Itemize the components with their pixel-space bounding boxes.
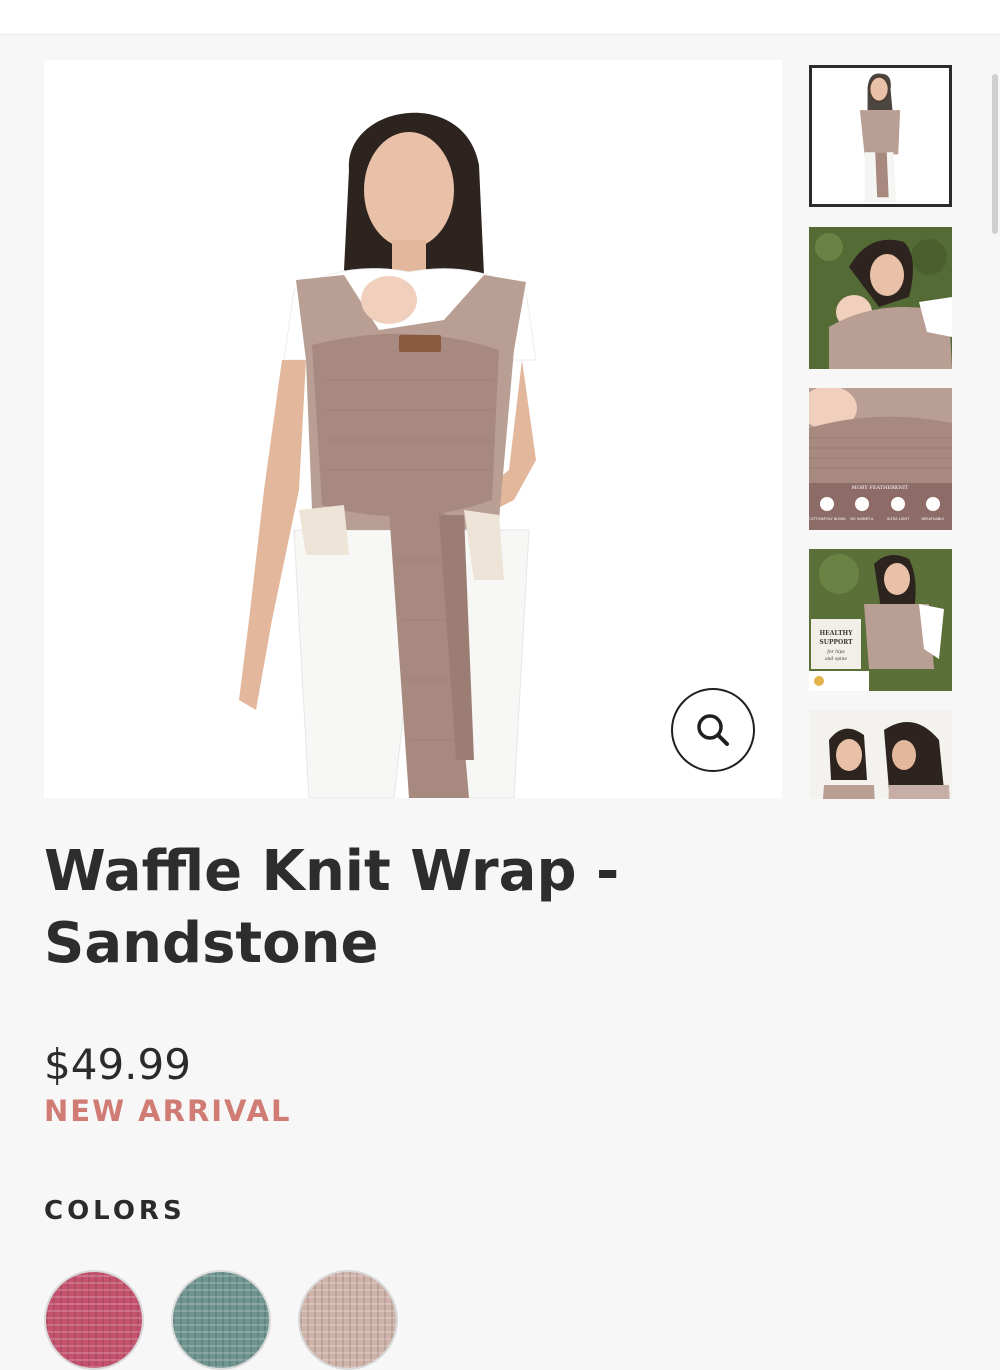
colors-label: COLORS: [44, 1196, 186, 1226]
thumb-front-view-image: [812, 68, 949, 204]
scrollbar-thumb[interactable]: [992, 74, 998, 234]
color-swatch-raspberry[interactable]: [44, 1270, 144, 1370]
svg-text:MOBY FEATHERKNIT: MOBY FEATHERKNIT: [852, 485, 909, 491]
thumb-mother-hugging-baby-image: [809, 227, 952, 369]
page-scrollbar[interactable]: [990, 34, 1000, 1333]
svg-text:HEALTHY: HEALTHY: [819, 630, 853, 637]
color-swatch-sage[interactable]: [171, 1270, 271, 1370]
zoom-button[interactable]: [671, 688, 755, 772]
svg-text:and spine: and spine: [825, 656, 847, 662]
svg-text:for hips: for hips: [826, 649, 845, 655]
magnifier-icon: [697, 714, 729, 746]
product-photo-illustration: [44, 60, 782, 798]
thumb-healthy-support[interactable]: HEALTHY SUPPORT for hips and spine: [809, 549, 952, 691]
main-product-image[interactable]: [44, 60, 782, 798]
svg-text:COTTON/POLY BLEND: COTTON/POLY BLEND: [809, 517, 846, 521]
thumb-mother-hugging-baby[interactable]: [809, 227, 952, 369]
thumb-fabric-closeup[interactable]: MOBY FEATHERKNIT COTTON/POLY BLEND NO HA…: [809, 388, 952, 530]
thumb-fabric-closeup-image: MOBY FEATHERKNIT COTTON/POLY BLEND NO HA…: [809, 388, 952, 530]
top-header-bar: [0, 0, 1000, 35]
svg-text:NO HARMFUL: NO HARMFUL: [850, 517, 874, 521]
color-swatch-sandstone[interactable]: [298, 1270, 398, 1370]
new-arrival-badge: NEW ARRIVAL: [44, 1094, 292, 1128]
thumb-two-women[interactable]: [809, 710, 952, 799]
thumb-healthy-support-image: HEALTHY SUPPORT for hips and spine: [809, 549, 952, 691]
product-price: $49.99: [44, 1040, 191, 1089]
thumb-two-women-image: [809, 710, 952, 799]
svg-text:BREATHABLE: BREATHABLE: [922, 517, 945, 521]
svg-text:SUPPORT: SUPPORT: [819, 639, 853, 646]
product-title: Waffle Knit Wrap - Sandstone: [44, 839, 620, 976]
thumb-front-view[interactable]: [809, 65, 952, 207]
thumbnail-strip: MOBY FEATHERKNIT COTTON/POLY BLEND NO HA…: [809, 65, 952, 799]
svg-text:ULTRA LIGHT: ULTRA LIGHT: [887, 517, 910, 521]
